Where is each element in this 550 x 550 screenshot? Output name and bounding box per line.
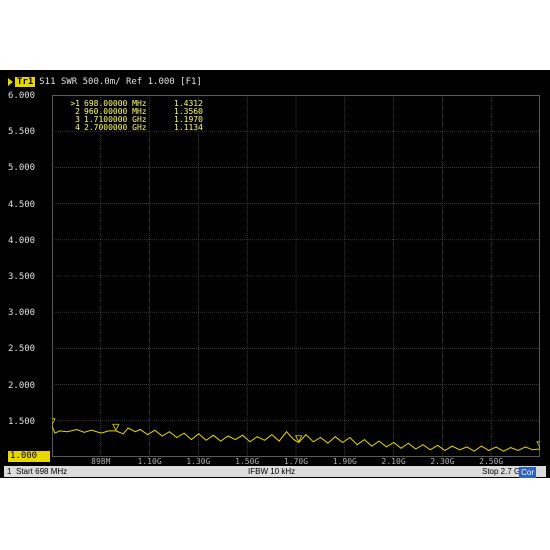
y-tick-label: 4.500 (8, 199, 36, 210)
y-tick-label: 2.500 (8, 344, 36, 355)
y-tick-label: 3.500 (8, 272, 36, 282)
y-tick-label: 1.500 (8, 416, 36, 427)
marker-row: 4 2.7000000 GHz 1.1134 (62, 124, 203, 132)
y-tick-label: 5.000 (8, 163, 36, 174)
plot-area[interactable] (52, 95, 540, 457)
x-tick-label: 2.10G (381, 457, 406, 466)
x-tick-label: 898M (91, 457, 111, 466)
x-tick-label: 2.50G (479, 457, 504, 466)
x-tick-label: 1.50G (235, 457, 260, 466)
channel-number: 1 (7, 467, 12, 476)
correction-badge: Cor (519, 467, 536, 478)
x-tick-label: 1.90G (332, 457, 357, 466)
trace-tag[interactable]: Tr1 (15, 77, 36, 87)
active-trace-arrow-icon (8, 78, 13, 86)
x-tick-label: 1.70G (283, 457, 309, 466)
marker-value: 1.1134 (174, 123, 203, 132)
x-tick-label: 1.10G (137, 457, 162, 466)
x-tick-label: 2.30G (430, 457, 455, 466)
marker-table: >1 698.00000 MHz 1.4312 2 960.00000 MHz 1.356… (62, 100, 203, 132)
trace-settings-text: S11 SWR 500.0m/ Ref 1.000 [F1] (39, 77, 202, 87)
y-tick-label: 6.000 (8, 91, 36, 101)
reference-level-badge: 1.000 (8, 451, 50, 462)
y-tick-label: 3.000 (8, 308, 36, 319)
y-tick-label: 5.500 (8, 127, 36, 138)
y-tick-label: 4.000 (8, 235, 36, 246)
reference-level-value: 1.000 (10, 451, 38, 461)
marker-id: 4 (75, 123, 80, 132)
status-bar: 1 Start 698 MHz IFBW 10 kHz Stop 2.7 GHz… (4, 466, 546, 478)
y-tick-label: 2.000 (8, 380, 36, 391)
trace-header: Tr1 S11 SWR 500.0m/ Ref 1.000 [F1] (8, 76, 202, 88)
start-frequency[interactable]: Start 698 MHz (16, 467, 67, 476)
marker-2-triangle (112, 423, 120, 432)
marker-frequency: 2.7000000 GHz (84, 123, 147, 132)
x-tick-label: 1.30G (186, 457, 211, 466)
swr-plot (52, 95, 540, 457)
ifbw-value[interactable]: IFBW 10 kHz (248, 467, 295, 476)
